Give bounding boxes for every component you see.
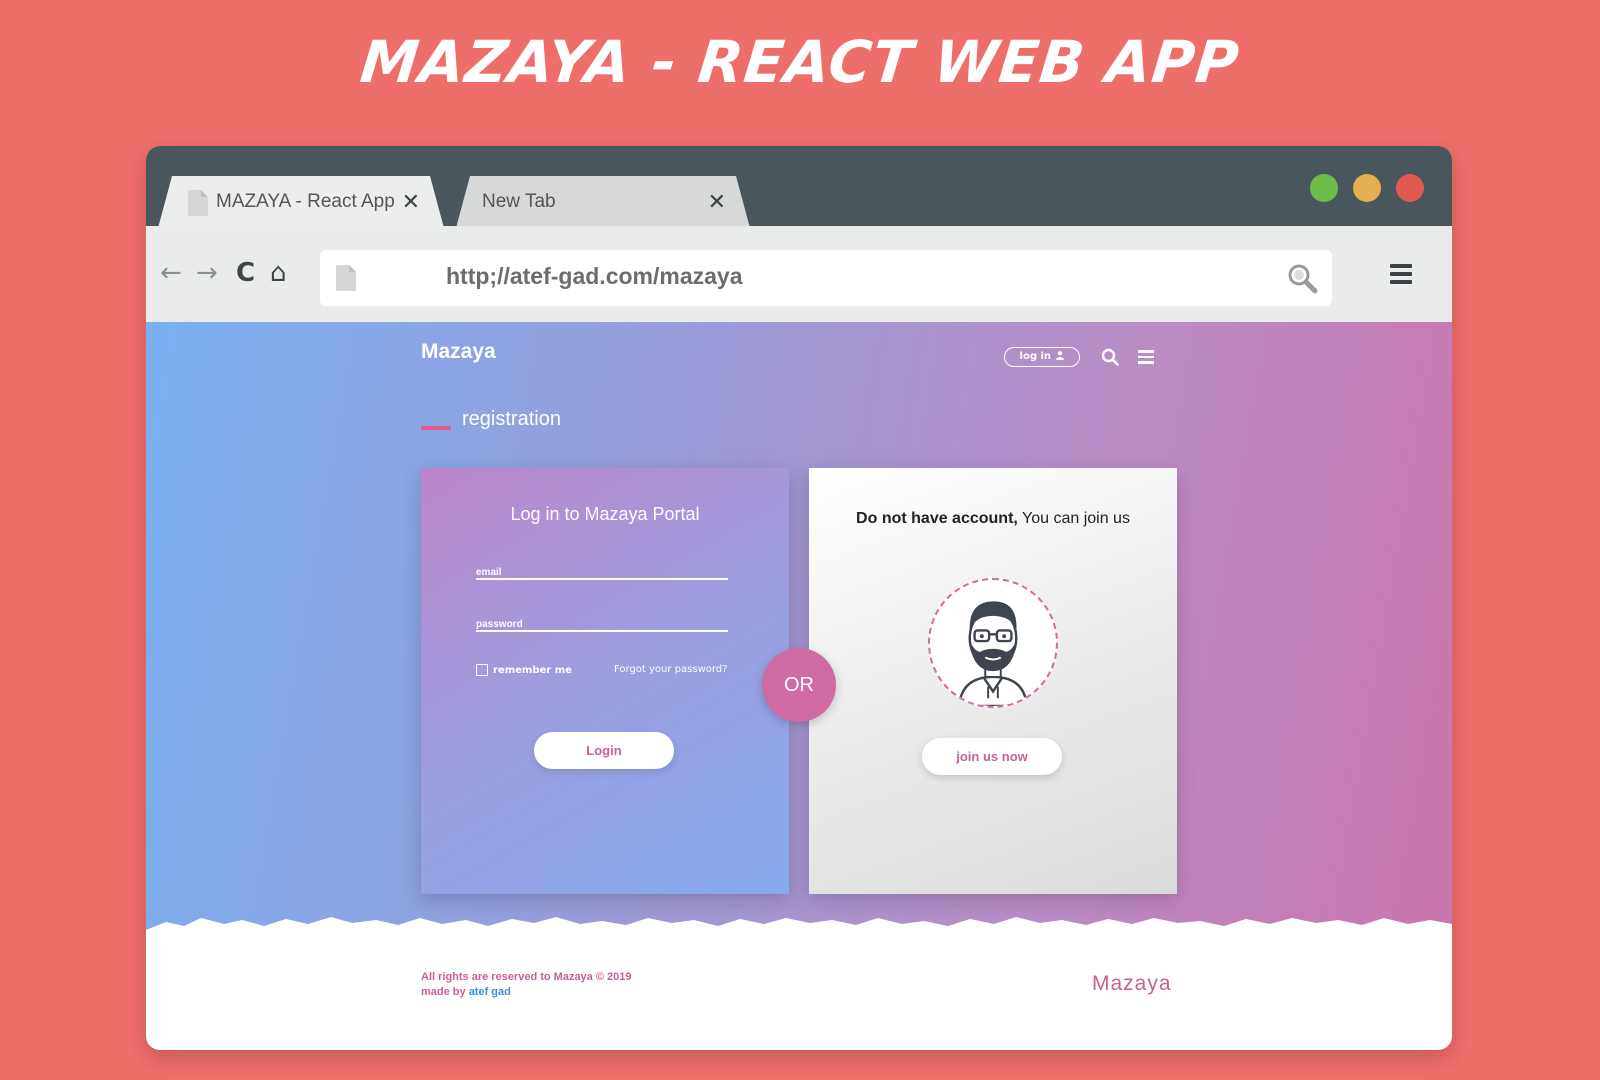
- join-card-text: Do not have account, You can join us: [849, 508, 1137, 529]
- tab-title: MAZAYA - React App: [216, 191, 395, 212]
- site-footer: All rights are reserved to Mazaya © 2019…: [146, 930, 1452, 1050]
- or-badge: OR: [762, 648, 836, 722]
- join-us-button[interactable]: join us now: [922, 738, 1062, 775]
- home-icon[interactable]: ⌂: [270, 260, 287, 286]
- url-text[interactable]: http;//atef-gad.com/mazaya: [446, 263, 743, 290]
- banner-title: Mazaya - React Web App: [357, 28, 1243, 96]
- close-icon[interactable]: ✕: [402, 190, 420, 215]
- tab-title: New Tab: [482, 191, 556, 212]
- back-arrow-icon[interactable]: ←: [160, 260, 182, 286]
- login-nav-button[interactable]: log in: [1004, 347, 1080, 367]
- tab-mazaya[interactable]: MAZAYA - React App ✕: [158, 176, 444, 228]
- remember-me: remember me: [476, 664, 572, 676]
- bearded-man-avatar-icon: [957, 601, 1029, 706]
- login-card: Log in to Mazaya Portal remember me Forg…: [421, 468, 789, 894]
- email-field[interactable]: [476, 563, 728, 582]
- forward-arrow-icon[interactable]: →: [196, 260, 218, 286]
- footer-copyright: All rights are reserved to Mazaya © 2019…: [421, 970, 631, 1000]
- login-card-title: Log in to Mazaya Portal: [510, 504, 700, 524]
- tab-new-tab[interactable]: New Tab ✕: [456, 176, 750, 228]
- site-logo[interactable]: Mazaya: [421, 340, 496, 364]
- author-link[interactable]: atef gad: [469, 986, 511, 998]
- avatar: [928, 578, 1058, 708]
- page-viewport: Mazaya log in registration Log in to Maz…: [146, 322, 1452, 1050]
- browser-toolbar: ← → C ⌂ http;//atef-gad.com/mazaya: [146, 226, 1452, 322]
- page-icon: [336, 265, 356, 291]
- page-icon: [188, 190, 208, 216]
- forgot-password-link[interactable]: Forgot your password?: [614, 664, 727, 675]
- browser-titlebar: MAZAYA - React App ✕ New Tab ✕: [146, 146, 1452, 226]
- email-field-wrapper: [476, 560, 728, 582]
- minimize-button[interactable]: [1353, 174, 1381, 202]
- close-window-button[interactable]: [1396, 174, 1424, 202]
- user-icon: [1056, 351, 1065, 360]
- address-bar[interactable]: http;//atef-gad.com/mazaya: [320, 250, 1332, 306]
- password-field-wrapper: [476, 612, 728, 634]
- torn-paper-edge: [146, 917, 1452, 932]
- remember-me-label[interactable]: remember me: [493, 665, 572, 676]
- maximize-button[interactable]: [1310, 174, 1338, 202]
- section-title: registration: [462, 408, 561, 430]
- footer-logo[interactable]: Mazaya: [1092, 972, 1172, 996]
- browser-window: MAZAYA - React App ✕ New Tab ✕ ← → C ⌂ h…: [146, 146, 1452, 1050]
- login-nav-label: log in: [1019, 351, 1051, 362]
- copyright-text: All rights are reserved to Mazaya © 2019: [421, 971, 632, 983]
- section-accent-line: [421, 426, 451, 430]
- remember-me-checkbox[interactable]: [476, 664, 488, 676]
- search-icon[interactable]: [1101, 348, 1119, 366]
- login-button[interactable]: Login: [534, 732, 674, 769]
- join-card: Do not have account, You can join us joi…: [809, 468, 1177, 894]
- search-icon[interactable]: [1286, 262, 1318, 294]
- menu-icon[interactable]: [1138, 350, 1154, 367]
- reload-icon[interactable]: C: [236, 260, 255, 286]
- made-by-label: made by: [421, 986, 469, 998]
- join-text-rest: You can join us: [1017, 510, 1130, 527]
- close-icon[interactable]: ✕: [708, 190, 726, 215]
- join-text-bold: Do not have account,: [856, 510, 1018, 527]
- made-by-line: made by atef gad: [421, 985, 631, 1000]
- browser-menu-icon[interactable]: [1390, 264, 1412, 288]
- password-field[interactable]: [476, 615, 728, 634]
